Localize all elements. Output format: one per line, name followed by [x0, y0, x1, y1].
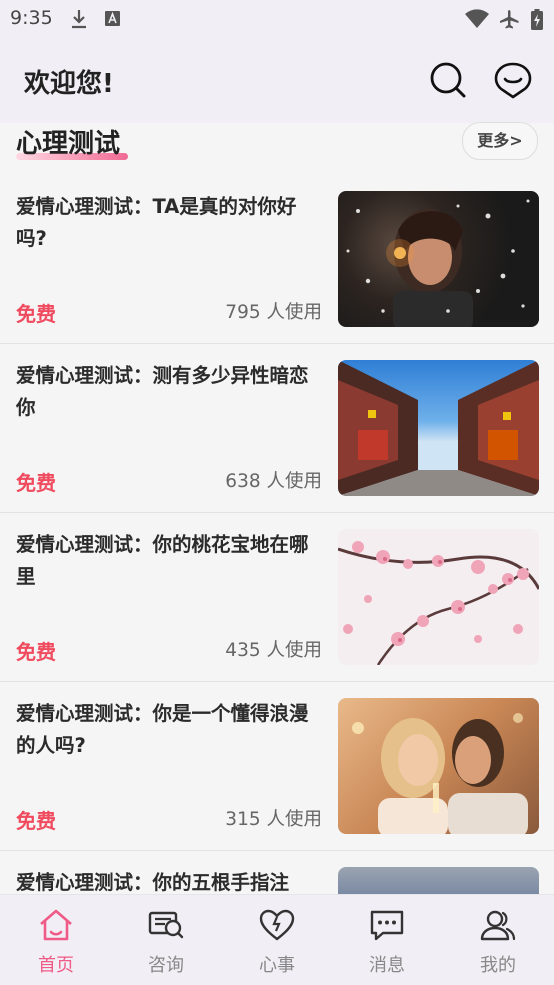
item-title: 爱情心理测试：TA是真的对你好吗?: [16, 195, 297, 250]
text-a-icon: [105, 11, 120, 26]
price-label: 免费: [16, 471, 56, 495]
more-button[interactable]: 更多>: [462, 122, 538, 160]
tab-label: 心事: [259, 955, 295, 976]
test-list: 爱情心理测试：TA是真的对你好吗? 免费 795 人使用 爱情心理测试：测有多少…: [0, 175, 554, 894]
tab-profile[interactable]: 我的: [443, 895, 553, 985]
page-title: 欢迎您!: [24, 69, 114, 99]
tab-consult[interactable]: 咨询: [111, 895, 221, 985]
thumbnail-art: [346, 199, 530, 327]
tab-label: 消息: [369, 955, 405, 976]
thumbnail-art: [338, 541, 539, 665]
smile-chat-icon[interactable]: [493, 60, 533, 100]
search-icon[interactable]: [428, 60, 468, 100]
consult-icon: [148, 911, 184, 939]
section-header: 心理测试 更多>: [0, 122, 554, 175]
profile-icon: [480, 910, 516, 941]
item-thumbnail: [338, 698, 539, 834]
bottom-tab-bar: 首页 咨询 心事 消息 我的: [0, 894, 554, 985]
heart-icon: [259, 909, 295, 941]
item-thumbnail: [338, 867, 539, 894]
airplane-icon: [500, 10, 519, 29]
message-icon: [370, 910, 404, 941]
thumbnail-art: [338, 360, 539, 496]
status-time: 9:35: [10, 7, 53, 29]
thumbnail-art: [352, 713, 528, 834]
section-title: 心理测试: [16, 129, 121, 159]
download-icon: [72, 10, 86, 29]
list-item[interactable]: 爱情心理测试：测有多少异性暗恋你 免费 638 人使用: [0, 344, 554, 513]
price-label: 免费: [16, 809, 56, 833]
list-item[interactable]: 爱情心理测试：你的五根手指注: [0, 851, 554, 894]
price-label: 免费: [16, 640, 56, 664]
usage-count: 638 人使用: [225, 471, 322, 492]
wifi-icon: [465, 9, 489, 28]
usage-count: 315 人使用: [225, 809, 322, 830]
tab-label: 首页: [38, 955, 74, 976]
app-header: 欢迎您!: [0, 38, 554, 123]
item-thumbnail: [338, 191, 539, 327]
tab-home[interactable]: 首页: [1, 895, 111, 985]
item-title: 爱情心理测试：你是一个懂得浪漫的人吗?: [16, 702, 309, 757]
tab-label: 我的: [480, 955, 516, 976]
usage-count: 795 人使用: [225, 302, 322, 323]
item-title: 爱情心理测试：你的桃花宝地在哪里: [16, 533, 309, 588]
usage-count: 435 人使用: [225, 640, 322, 661]
battery-charging-icon: [531, 9, 543, 30]
item-thumbnail: [338, 529, 539, 665]
item-thumbnail: [338, 360, 539, 496]
list-item[interactable]: 爱情心理测试：你的桃花宝地在哪里 免费 435 人使用: [0, 513, 554, 682]
tab-messages[interactable]: 消息: [332, 895, 442, 985]
item-title: 爱情心理测试：你的五根手指注: [16, 871, 290, 894]
status-bar: 9:35: [0, 0, 554, 38]
list-item[interactable]: 爱情心理测试：TA是真的对你好吗? 免费 795 人使用: [0, 175, 554, 344]
list-item[interactable]: 爱情心理测试：你是一个懂得浪漫的人吗? 免费 315 人使用: [0, 682, 554, 851]
item-title: 爱情心理测试：测有多少异性暗恋你: [16, 364, 309, 419]
home-icon: [40, 909, 72, 941]
price-label: 免费: [16, 302, 56, 326]
tab-heart[interactable]: 心事: [222, 895, 332, 985]
tab-label: 咨询: [148, 955, 184, 976]
